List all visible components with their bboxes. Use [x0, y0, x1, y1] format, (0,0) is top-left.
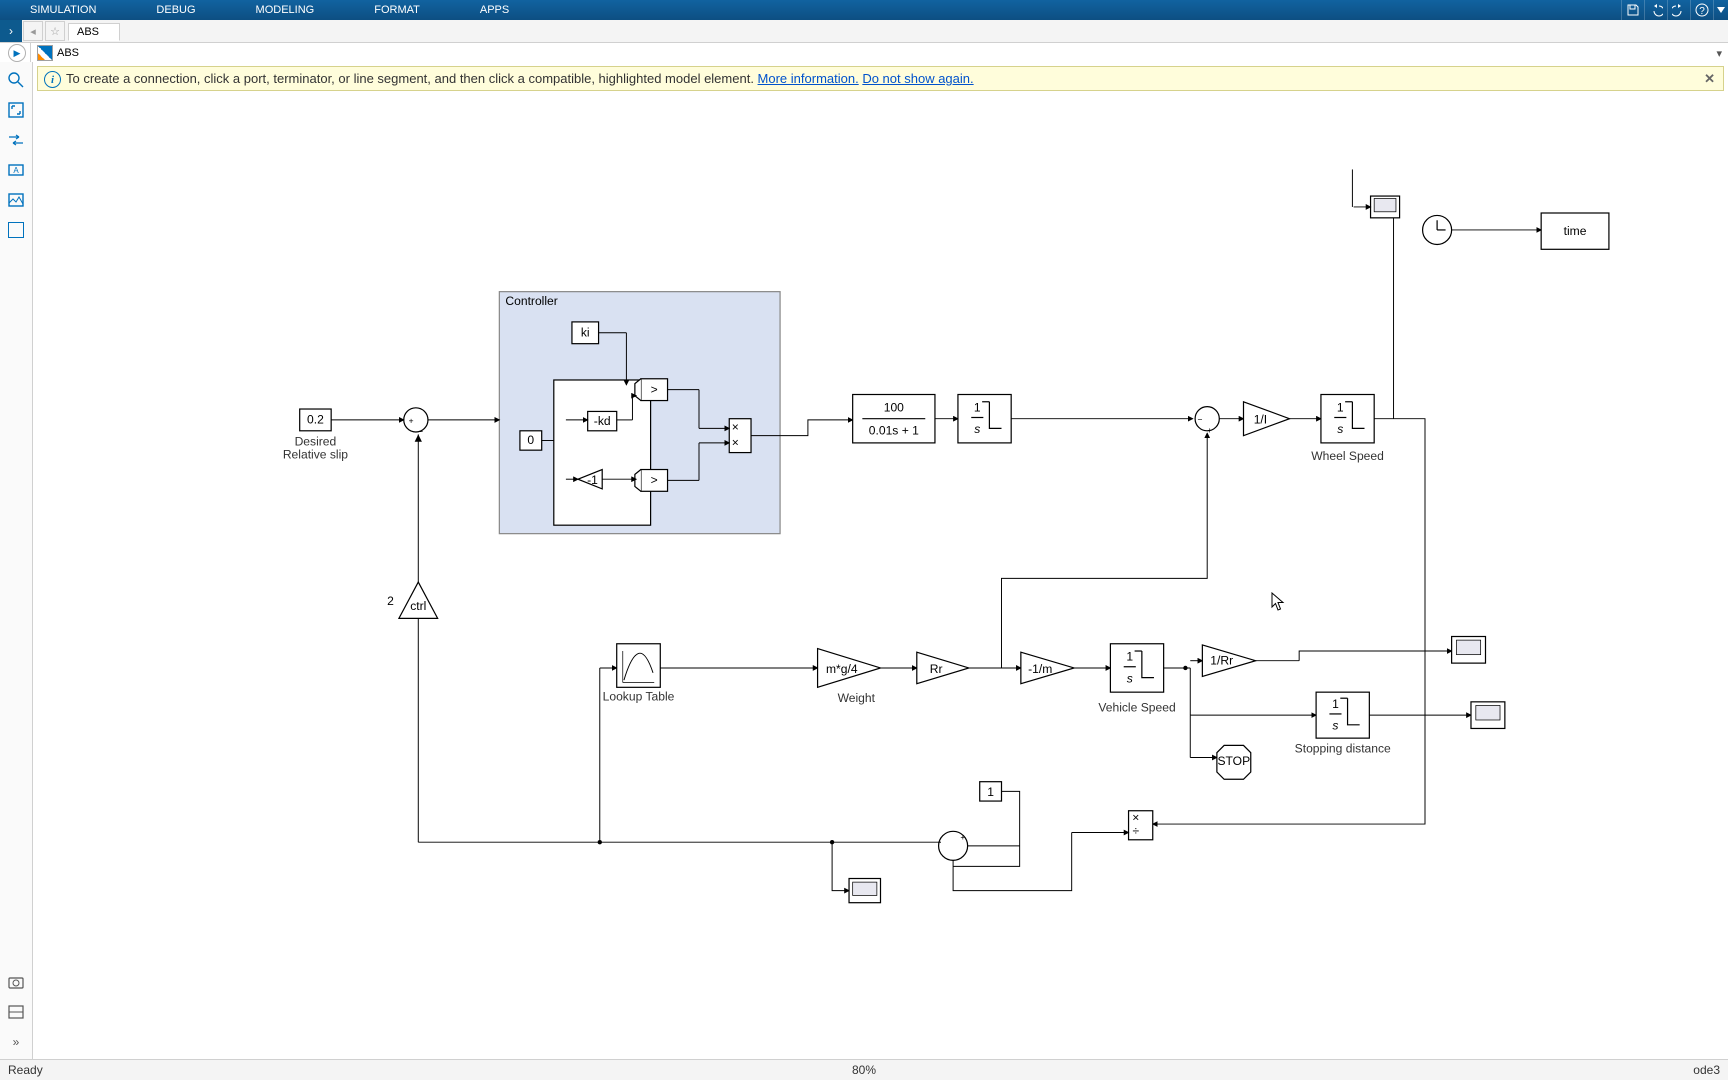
svg-text:+: + [960, 832, 965, 842]
model-browser-button[interactable]: ▶ [8, 44, 26, 62]
model-diagram[interactable]: 0.2 Desired Relative slip + − Controller… [33, 92, 1728, 1060]
tf-den: 0.01s + 1 [869, 423, 919, 437]
tab-modeling[interactable]: MODELING [226, 1, 345, 19]
controller-label: Controller [505, 294, 557, 308]
minus1-text: -1 [587, 473, 598, 487]
status-ready: Ready [8, 1063, 43, 1077]
status-bar: Ready 80% ode3 [0, 1059, 1728, 1080]
image-tool-icon[interactable] [4, 188, 28, 212]
status-solver[interactable]: ode3 [1693, 1063, 1720, 1077]
help-dropdown-icon[interactable] [1713, 0, 1728, 20]
ctrl-in-text: 2 [387, 594, 394, 608]
close-icon[interactable]: ✕ [1704, 71, 1715, 87]
block-sum1[interactable] [404, 408, 428, 432]
svg-text:1: 1 [1337, 400, 1344, 414]
svg-text:1: 1 [974, 400, 981, 414]
stop-dist-label: Stopping distance [1295, 742, 1391, 756]
dismiss-link[interactable]: Do not show again. [862, 71, 973, 86]
notification-text: To create a connection, click a port, te… [66, 71, 758, 86]
annotate-tool-icon[interactable]: A [4, 158, 28, 182]
svg-text:−: − [418, 426, 423, 436]
svg-text:×: × [1132, 811, 1139, 825]
svg-text:×: × [732, 436, 739, 450]
svg-text:?: ? [1699, 6, 1705, 17]
kd-text: -kd [594, 414, 611, 428]
expand-tool-icon[interactable]: » [4, 1030, 28, 1054]
svg-text:>: > [651, 473, 658, 487]
left-toolbar: A » [0, 62, 33, 1060]
gain-weight-text: m*g/4 [826, 662, 858, 676]
collapse-ribbon-button[interactable]: › [0, 20, 22, 42]
tf-num: 100 [884, 400, 904, 414]
svg-text:+: + [1207, 425, 1212, 435]
arrows-tool-icon[interactable] [4, 128, 28, 152]
label-slip2: Relative slip [283, 448, 348, 462]
block-gain-rr[interactable] [917, 652, 969, 683]
breadcrumb-model[interactable]: ABS [57, 47, 79, 59]
svg-text:A: A [13, 166, 19, 175]
svg-text:1: 1 [1126, 650, 1133, 664]
svg-text:s: s [1332, 719, 1338, 733]
const-slip-text: 0.2 [307, 413, 324, 427]
ctrl-label: ctrl [410, 599, 426, 613]
gain-1m-text: -1/m [1028, 662, 1052, 676]
breadcrumb: ▶ ABS ▾ [0, 43, 1728, 64]
breadcrumb-dropdown-icon[interactable]: ▾ [1716, 47, 1722, 60]
fit-tool-icon[interactable] [4, 98, 28, 122]
gain-1I-text: 1/I [1254, 413, 1267, 427]
document-tab[interactable]: ABS [68, 23, 120, 41]
svg-text:÷: ÷ [1132, 824, 1139, 838]
redo-icon[interactable] [1667, 0, 1690, 20]
wheel-speed-label: Wheel Speed [1311, 449, 1384, 463]
svg-text:0.01s + 1: 0.01s + 1 [869, 423, 919, 437]
nav-fav-button[interactable]: ☆ [45, 21, 65, 41]
time-text: time [1564, 224, 1587, 238]
svg-text:s: s [1127, 671, 1133, 685]
weight-label: Weight [838, 691, 876, 705]
stop-text: STOP [1217, 754, 1250, 768]
label-slip1: Desired [295, 434, 337, 448]
more-info-link[interactable]: More information. [758, 71, 859, 86]
model-icon [37, 45, 53, 61]
document-tab-row: › ◂ ☆ ABS [0, 20, 1728, 43]
tab-format[interactable]: FORMAT [344, 1, 450, 19]
svg-text:+: + [409, 416, 414, 426]
ribbon: SIMULATION DEBUG MODELING FORMAT APPS ? [0, 0, 1728, 20]
zoom-tool-icon[interactable] [4, 68, 28, 92]
panel-tool-icon[interactable] [4, 1000, 28, 1024]
svg-text:−: − [1198, 414, 1203, 424]
svg-text:×: × [732, 420, 739, 434]
box-tool-icon[interactable] [4, 218, 28, 242]
screenshot-tool-icon[interactable] [4, 970, 28, 994]
block-lookup[interactable] [617, 644, 661, 688]
svg-text:1: 1 [1332, 697, 1339, 711]
block-integrator-stopdist[interactable] [1316, 692, 1369, 738]
tab-debug[interactable]: DEBUG [126, 1, 225, 19]
help-icon[interactable]: ? [1690, 0, 1713, 20]
svg-text:s: s [1337, 422, 1343, 436]
lookup-label: Lookup Table [603, 690, 675, 704]
gain-1rr-text: 1/Rr [1210, 653, 1233, 667]
undo-icon[interactable] [1644, 0, 1667, 20]
one-text: 1 [987, 785, 994, 799]
info-icon: i [44, 71, 61, 88]
vehicle-speed-label: Vehicle Speed [1098, 701, 1175, 715]
save-icon[interactable] [1621, 0, 1644, 20]
canvas[interactable]: i To create a connection, click a port, … [33, 62, 1728, 1060]
notification-bar: i To create a connection, click a port, … [37, 66, 1724, 91]
tab-simulation[interactable]: SIMULATION [0, 1, 126, 19]
svg-text:>: > [651, 382, 658, 396]
ki-text: ki [581, 325, 590, 339]
nav-back-button[interactable]: ◂ [23, 21, 43, 41]
svg-text:s: s [974, 422, 980, 436]
gain-rr-text: Rr [930, 662, 943, 676]
status-zoom[interactable]: 80% [852, 1063, 876, 1077]
tab-apps[interactable]: APPS [450, 1, 539, 19]
zero-text: 0 [527, 433, 534, 447]
